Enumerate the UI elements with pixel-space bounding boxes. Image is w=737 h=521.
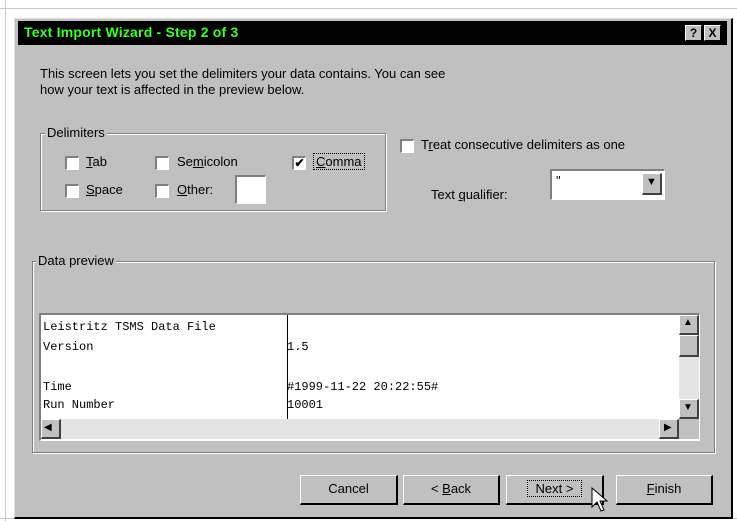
treat-consecutive-label[interactable]: Treat consecutive delimiters as one [421, 137, 625, 152]
space-label[interactable]: Space [86, 182, 123, 197]
label-part: Se [177, 154, 193, 169]
preview-cell: Run Number [43, 398, 116, 412]
other-checkbox[interactable] [155, 184, 169, 198]
tab-label[interactable]: Tab [86, 154, 107, 169]
label-part: pace [94, 182, 123, 197]
text-qualifier-label: Text qualifier: [431, 187, 508, 202]
text-qualifier-value: " [556, 173, 561, 188]
mnemonic: B [442, 481, 451, 496]
preview-row: Leistritz TSMS Data File [41, 320, 641, 336]
preview-cell: Version [43, 340, 94, 354]
cancel-button[interactable]: Cancel [300, 475, 398, 505]
label-part: ack [450, 481, 472, 496]
other-delimiter-input[interactable] [235, 175, 266, 204]
preview-row: Version 1.5 [41, 340, 641, 356]
preview-row: Run Number 10001 [41, 398, 641, 414]
mnemonic: S [86, 182, 95, 197]
scroll-down-button[interactable]: ▼ [679, 399, 699, 419]
comma-label[interactable]: Comma [313, 153, 365, 170]
description-line: how your text is affected in the preview… [40, 82, 305, 97]
label-part: inish [654, 481, 682, 496]
mnemonic: m [192, 154, 204, 169]
data-preview-grid[interactable]: Leistritz TSMS Data File Version 1.5 Tim… [39, 313, 700, 441]
mnemonic: O [177, 182, 188, 197]
preview-row: Time #1999-11-22 20:22:55# [41, 380, 641, 396]
background-gridline [0, 8, 737, 9]
label-part: ther: [187, 182, 214, 197]
mouse-pointer-icon [591, 487, 609, 512]
preview-cell: #1999-11-22 20:22:55# [287, 380, 439, 394]
other-label[interactable]: Other: [177, 182, 213, 197]
arrow-right-icon: ▶ [664, 422, 672, 433]
label-part: < [430, 481, 443, 496]
scrollbar-corner [679, 419, 699, 439]
tab-checkbox[interactable] [65, 156, 79, 170]
mnemonic: C [316, 154, 326, 169]
text-qualifier-select[interactable]: " ▼ [550, 169, 665, 200]
semicolon-label[interactable]: Semicolon [177, 154, 238, 169]
mnemonic: F [646, 481, 655, 496]
vertical-scroll-thumb[interactable] [679, 335, 699, 357]
delimiters-legend: Delimiters [45, 125, 107, 140]
label-part: Text [431, 187, 459, 202]
description-line: This screen lets you set the delimiters … [40, 66, 446, 81]
label-part: eat consecutive delimiters as one [432, 137, 626, 152]
title-bar: Text Import Wizard - Step 2 of 3 ? X [18, 21, 727, 45]
dropdown-button[interactable]: ▼ [642, 173, 662, 195]
semicolon-checkbox[interactable] [155, 156, 169, 170]
treat-consecutive-checkbox[interactable] [400, 139, 414, 153]
vertical-scrollbar[interactable]: ▲ ▼ [679, 315, 699, 419]
help-button[interactable]: ? [685, 25, 702, 41]
arrow-down-icon: ▼ [683, 402, 693, 413]
arrow-up-icon: ▲ [683, 317, 693, 328]
back-button[interactable]: < Back [403, 475, 500, 505]
dialog-title: Text Import Wizard - Step 2 of 3 [24, 24, 239, 40]
description: This screen lets you set the delimiters … [40, 66, 560, 98]
data-preview-group: Data preview Leistritz TSMS Data File Ve… [32, 253, 715, 453]
text-import-wizard-dialog: Text Import Wizard - Step 2 of 3 ? X Thi… [14, 18, 733, 519]
space-checkbox[interactable] [65, 184, 79, 198]
finish-button[interactable]: Finish [616, 475, 713, 505]
close-button[interactable]: X [704, 25, 721, 41]
comma-checkbox[interactable]: ✔ [292, 156, 306, 170]
horizontal-scrollbar[interactable]: ◀ ▶ [41, 419, 679, 439]
preview-cell: 1.5 [287, 340, 309, 354]
scroll-left-button[interactable]: ◀ [41, 419, 61, 439]
next-label: Next > [526, 480, 583, 497]
chevron-down-icon: ▼ [646, 176, 657, 188]
arrow-left-icon: ◀ [44, 422, 52, 433]
label-part: omma [325, 154, 362, 169]
data-preview-legend: Data preview [36, 253, 116, 268]
delimiters-group: Delimiters Tab Semicolon ✔ Comma Space O… [40, 125, 386, 211]
label-part: icolon [203, 154, 238, 169]
label-part: ualifier: [465, 187, 508, 202]
preview-row [41, 360, 641, 376]
preview-cell: 10001 [287, 398, 324, 412]
preview-cell: Leistritz TSMS Data File [43, 320, 216, 334]
label-part: ab [92, 154, 107, 169]
scroll-up-button[interactable]: ▲ [679, 315, 699, 335]
mnemonic: q [458, 187, 466, 202]
scroll-right-button[interactable]: ▶ [659, 419, 679, 439]
preview-cell: Time [43, 380, 72, 394]
background-gridline [5, 0, 6, 521]
next-button[interactable]: Next > [506, 475, 604, 505]
